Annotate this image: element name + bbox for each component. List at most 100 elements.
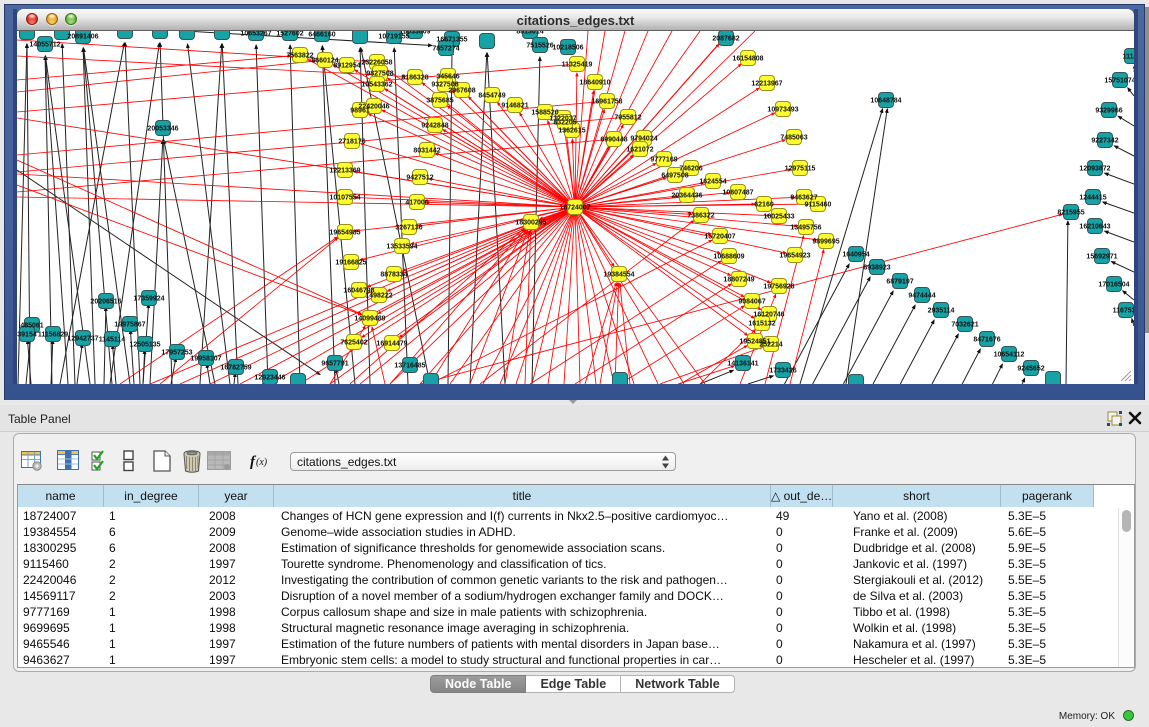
svg-text:14055712: 14055712 [29,42,60,49]
svg-text:11156829: 11156829 [38,332,68,339]
svg-text:8471676: 8471676 [973,337,1000,344]
svg-text:10688609: 10688609 [713,254,744,261]
svg-text:12942737: 12942737 [67,336,98,343]
svg-text:10654112: 10654112 [994,352,1025,359]
svg-text:10025433: 10025433 [763,214,794,221]
svg-text:1733426: 1733426 [769,368,796,375]
svg-text:7032621: 7032621 [951,322,978,329]
svg-text:19958107: 19958107 [190,356,221,363]
svg-text:12505135: 12505135 [129,342,160,349]
svg-text:16120746: 16120746 [753,312,784,319]
svg-text:1588520: 1588520 [531,110,558,117]
svg-text:16154808: 16154808 [732,56,763,63]
svg-text:6497508: 6497508 [661,173,688,180]
svg-text:2967608: 2967608 [448,88,475,95]
svg-text:20206516: 20206516 [90,299,121,306]
svg-text:8031442: 8031442 [413,148,440,155]
svg-text:20364436: 20364436 [671,193,702,200]
svg-text:9084067: 9084067 [738,299,765,306]
svg-text:16914479: 16914479 [376,341,407,348]
svg-text:20891406: 20891406 [67,34,98,41]
svg-text:8813014: 8813014 [516,31,543,36]
svg-text:10653267: 10653267 [240,31,271,38]
svg-text:23226058: 23226058 [361,60,392,67]
svg-text:98961: 98961 [350,108,370,115]
svg-text:7955812: 7955812 [614,115,641,122]
svg-text:19654923: 19654923 [779,253,810,260]
svg-text:2718176: 2718176 [338,139,365,146]
svg-text:16782759: 16782759 [220,365,251,372]
svg-text:1362615: 1362615 [558,128,585,135]
svg-text:1527602: 1527602 [276,31,303,38]
svg-text:3267130: 3267130 [395,225,422,232]
svg-text:9827508: 9827508 [366,71,393,78]
svg-text:16210643: 16210643 [1079,224,1110,231]
svg-text:17016504: 17016504 [1098,282,1129,289]
svg-text:832205: 832205 [553,120,576,127]
svg-text:1244415: 1244415 [1079,195,1106,202]
svg-text:8454749: 8454749 [478,93,505,100]
svg-text:8912954: 8912954 [333,63,360,70]
svg-text:19756928: 19756928 [763,284,794,291]
svg-text:8878334: 8878334 [380,272,407,279]
svg-text:13716485: 13716485 [394,363,425,370]
svg-text:10648784: 10648784 [870,98,901,105]
svg-text:6466160: 6466160 [308,32,335,39]
svg-text:9242848: 9242848 [421,123,448,130]
svg-text:9115460: 9115460 [805,202,832,209]
svg-text:16033809: 16033809 [399,31,430,36]
svg-text:19975867: 19975867 [114,322,145,329]
svg-text:18807249: 18807249 [723,277,754,284]
svg-text:9329966: 9329966 [1095,108,1122,115]
svg-text:(x): (x) [256,457,268,468]
svg-text:16671355: 16671355 [436,37,467,44]
svg-text:3875685: 3875685 [426,98,453,105]
svg-text:9657791: 9657791 [321,361,348,368]
svg-text:9794024: 9794024 [630,136,657,143]
svg-text:8938923: 8938923 [863,265,890,272]
svg-text:12213369: 12213369 [329,168,360,175]
svg-text:485061: 485061 [20,323,43,330]
svg-text:7857274: 7857274 [432,46,459,53]
svg-text:20053346: 20053346 [147,126,178,133]
svg-text:9474444: 9474444 [908,293,935,300]
svg-text:7386322: 7386322 [687,213,714,220]
svg-text:9777169: 9777169 [650,157,677,164]
svg-text:19384554: 19384554 [603,272,634,279]
svg-text:7515526: 7515526 [526,43,553,50]
svg-text:15751074: 15751074 [1104,78,1134,85]
svg-text:9463627: 9463627 [790,195,817,202]
svg-text:19166825: 19166825 [335,260,366,267]
svg-text:9146821: 9146821 [501,103,528,110]
svg-text:13533594: 13533594 [386,244,417,251]
svg-text:7485063: 7485063 [780,135,807,142]
svg-text:16961758: 16961758 [591,99,622,106]
svg-text:19654985: 19654985 [329,230,360,237]
svg-text:8186328: 8186328 [401,75,428,82]
svg-text:9245652: 9245652 [1017,366,1044,373]
svg-text:10543362: 10543362 [361,82,392,89]
svg-text:2935114: 2935114 [928,308,955,315]
svg-text:1145114: 1145114 [99,337,126,344]
svg-text:6879197: 6879197 [886,279,913,286]
svg-text:13495756: 13495756 [790,225,821,232]
svg-text:62160: 62160 [754,202,774,209]
svg-text:14136141: 14136141 [727,361,758,368]
svg-text:9427512: 9427512 [406,175,433,182]
svg-text:11325419: 11325419 [562,62,593,69]
svg-text:7625402: 7625402 [340,340,367,347]
svg-text:1621072: 1621072 [626,147,653,154]
svg-text:345646: 345646 [436,74,459,81]
svg-text:12093872: 12093872 [1079,166,1110,173]
svg-text:746206: 746206 [679,166,702,173]
svg-text:1640954: 1640954 [842,252,869,259]
svg-text:2087682: 2087682 [712,36,739,43]
svg-text:15692971: 15692971 [1086,254,1117,261]
svg-text:10973493: 10973493 [767,107,798,114]
svg-text:10807487: 10807487 [722,190,753,197]
svg-text:15720407: 15720407 [704,234,735,241]
svg-text:1615132: 1615132 [748,321,775,328]
svg-text:1167534: 1167534 [1113,308,1134,315]
svg-text:12975115: 12975115 [785,166,816,173]
svg-text:14099489: 14099489 [354,316,385,323]
